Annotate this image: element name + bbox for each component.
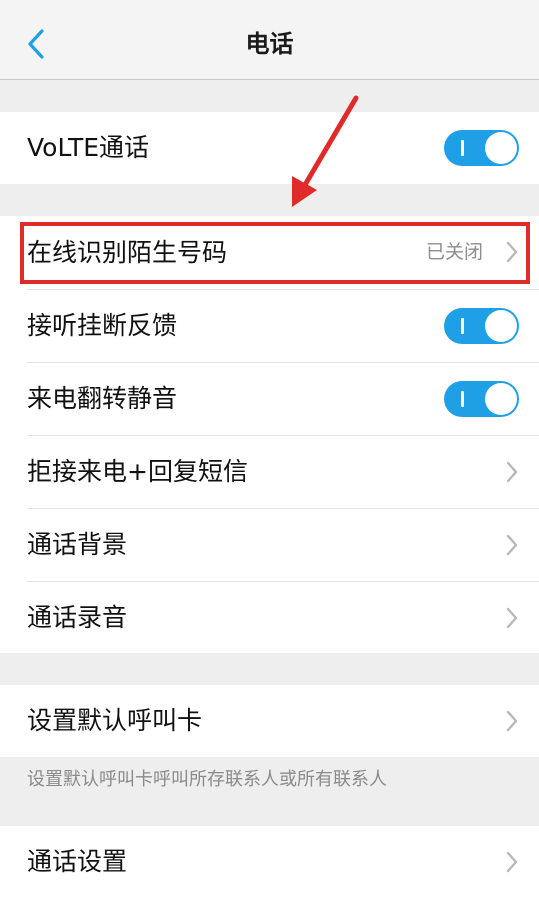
chevron-right-icon [505, 851, 519, 873]
page-title: 电话 [245, 30, 294, 58]
reject-sms-row[interactable]: 拒接来电+回复短信 [0, 436, 539, 508]
unknown-number-label: 在线识别陌生号码 [27, 238, 228, 267]
call-recording-row[interactable]: 通话录音 [0, 582, 539, 653]
status-bar [0, 0, 539, 8]
app-header: 电话 [0, 8, 539, 80]
toggle-knob [485, 310, 517, 342]
flip-to-mute-row: 来电翻转静音 [0, 363, 539, 435]
call-features-group: 在线识别陌生号码 已关闭 接听挂断反馈 来电翻转静音 拒接来电+回复短信 通话背… [0, 216, 539, 653]
call-settings-row[interactable]: 通话设置 [0, 826, 539, 898]
reject-sms-label: 拒接来电+回复短信 [27, 457, 248, 486]
toggle-knob [485, 132, 517, 164]
chevron-right-icon [505, 607, 519, 629]
flip-to-mute-label: 来电翻转静音 [27, 384, 178, 413]
answer-hangup-feedback-toggle[interactable] [444, 308, 519, 344]
chevron-right-icon [505, 710, 519, 732]
default-sim-group: 设置默认呼叫卡 [0, 685, 539, 757]
default-sim-row[interactable]: 设置默认呼叫卡 [0, 685, 539, 757]
call-recording-label: 通话录音 [27, 603, 128, 632]
call-settings-label: 通话设置 [27, 847, 128, 876]
answer-hangup-feedback-row: 接听挂断反馈 [0, 290, 539, 362]
toggle-on-mark [461, 140, 464, 156]
status-badge: 已关闭 [425, 241, 483, 263]
volte-row: VoLTE通话 [0, 112, 539, 184]
flip-to-mute-toggle[interactable] [444, 381, 519, 417]
unknown-number-row[interactable]: 在线识别陌生号码 已关闭 [0, 216, 539, 289]
call-settings-group: 通话设置 [0, 826, 539, 898]
call-background-row[interactable]: 通话背景 [0, 509, 539, 581]
chevron-right-icon [505, 534, 519, 556]
chevron-right-icon [505, 461, 519, 483]
answer-hangup-feedback-label: 接听挂断反馈 [27, 311, 178, 340]
chevron-right-icon [505, 241, 519, 263]
default-sim-label: 设置默认呼叫卡 [27, 706, 203, 735]
volte-group: VoLTE通话 [0, 112, 539, 184]
call-background-label: 通话背景 [27, 530, 128, 559]
toggle-knob [485, 383, 517, 415]
toggle-on-mark [461, 318, 464, 334]
volte-label: VoLTE通话 [27, 133, 150, 162]
default-sim-hint: 设置默认呼叫卡呼叫所存联系人或所有联系人 [27, 769, 387, 790]
toggle-on-mark [461, 391, 464, 407]
volte-toggle[interactable] [444, 130, 519, 166]
